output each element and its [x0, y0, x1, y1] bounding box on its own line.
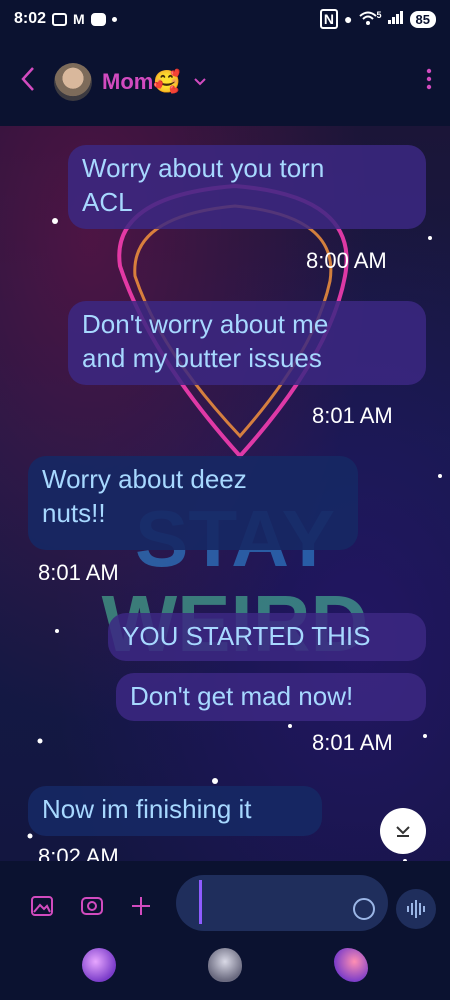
text-cursor [199, 880, 202, 924]
message-list[interactable]: STAY WEIRD Worry about you torn ACL 8:00… [0, 126, 450, 861]
message-bubble[interactable]: Worry about deez nuts!! [28, 456, 358, 550]
voice-button[interactable] [396, 889, 436, 929]
planet-icon[interactable] [82, 948, 116, 982]
message-text-line: and my butter issues [82, 343, 322, 373]
message-timestamp: 8:01 AM [312, 730, 393, 755]
chevron-down-icon [396, 826, 410, 837]
message-bubble[interactable]: YOU STARTED THIS [108, 613, 426, 661]
message-timestamp: 8:01 AM [38, 560, 119, 585]
scroll-to-bottom-button[interactable] [380, 808, 426, 854]
system-nav-bar [0, 941, 450, 1000]
gmail-icon: M [73, 11, 85, 27]
signal-icon [387, 10, 404, 29]
camera-icon[interactable] [80, 895, 104, 923]
status-time: 8:02 [14, 10, 47, 27]
wifi-icon [358, 11, 377, 28]
message-timestamp: 8:00 AM [306, 248, 387, 273]
avatar[interactable] [54, 63, 92, 101]
voice-icon [407, 900, 425, 918]
location-icon: ● [344, 11, 353, 27]
chevron-left-icon [21, 66, 34, 91]
wifi-label: 5 [376, 10, 382, 20]
status-bar: 8:02 M N ● 5 85 [0, 0, 450, 38]
message-text-line: Don't get mad now! [130, 681, 354, 711]
rocket-icon[interactable] [334, 948, 368, 982]
conversation-header: Mom🥰 [0, 38, 450, 126]
message-bubble[interactable]: Don't get mad now! [116, 673, 426, 721]
message-text-line: Worry about deez [42, 464, 247, 494]
back-button[interactable] [18, 65, 48, 100]
status-right: N ● 5 85 [319, 9, 436, 29]
notification-dot-icon [111, 16, 117, 22]
alien-icon[interactable] [208, 948, 242, 982]
message-timestamp: 8:02 AM [38, 844, 119, 861]
nfc-icon: N [319, 9, 339, 29]
battery-indicator: 85 [409, 10, 436, 28]
emoji-icon[interactable] [353, 898, 375, 920]
more-options-button[interactable] [426, 68, 432, 96]
message-text-line: Now im finishing it [42, 794, 252, 824]
contact-name[interactable]: Mom🥰 [102, 69, 181, 95]
message-bubble[interactable]: Don't worry about me and my butter issue… [68, 301, 426, 385]
message-text-line: ACL [82, 187, 133, 217]
screen-record-icon [52, 12, 68, 26]
message-text-line: nuts!! [42, 498, 106, 528]
message-bubble[interactable]: Now im finishing it [28, 786, 322, 836]
status-left: 8:02 M [14, 10, 117, 28]
message-bubble[interactable]: Worry about you torn ACL [68, 145, 426, 229]
message-text-line: Worry about you torn [82, 153, 325, 183]
more-vertical-icon [426, 68, 432, 90]
plus-icon[interactable] [130, 895, 152, 923]
gallery-icon[interactable] [30, 895, 54, 923]
message-text-line: Don't worry about me [82, 309, 329, 339]
chevron-down-icon[interactable] [193, 74, 207, 90]
message-timestamp: 8:01 AM [312, 403, 393, 428]
message-text-line: YOU STARTED THIS [122, 621, 371, 651]
youtube-icon [90, 12, 106, 26]
